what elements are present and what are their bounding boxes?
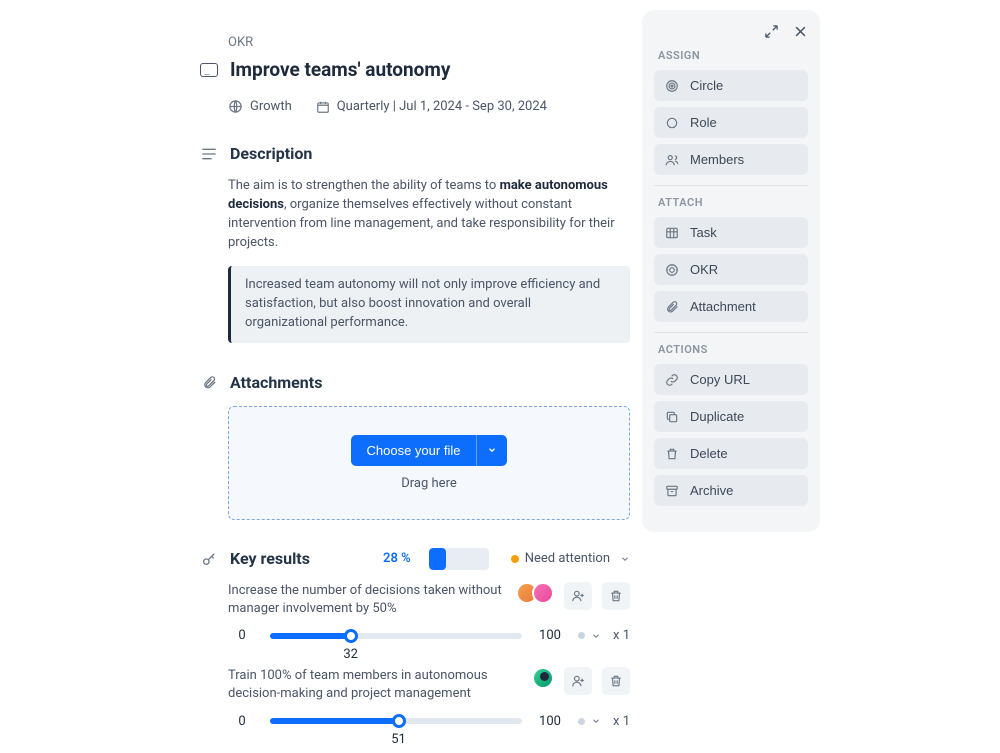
kr-value-label: 32 <box>343 647 358 662</box>
side-item-label: Role <box>690 115 717 130</box>
attachment-dropzone[interactable]: Choose your file Drag here <box>228 406 630 520</box>
description-heading: Description <box>230 144 312 163</box>
clip-icon <box>664 300 680 314</box>
description-text[interactable]: The aim is to strengthen the ability of … <box>228 177 630 252</box>
description-callout[interactable]: Increased team autonomy will not only im… <box>228 266 630 343</box>
kr-slider[interactable]: 32 <box>270 633 522 639</box>
status-dot-icon <box>578 718 585 725</box>
kr-slider[interactable]: 51 <box>270 718 522 724</box>
desc-suffix: , organize themselves effectively withou… <box>228 197 615 250</box>
area-label: Growth <box>250 99 292 114</box>
key-result-item: Train 100% of team members in autonomous… <box>228 667 630 728</box>
avatar[interactable] <box>532 582 554 604</box>
status-dot-icon <box>578 632 585 639</box>
drag-here-label: Drag here <box>239 476 619 491</box>
action-archive[interactable]: Archive <box>654 475 808 506</box>
breadcrumb[interactable]: OKR <box>228 35 630 50</box>
kr-status-mini[interactable]: x 1 <box>578 714 630 729</box>
key-results-heading: Key results <box>230 549 310 568</box>
action-copy-url[interactable]: Copy URL <box>654 364 808 395</box>
kr-item-title[interactable]: Train 100% of team members in autonomous… <box>228 667 522 703</box>
assign-circle[interactable]: Circle <box>654 70 808 101</box>
page-title[interactable]: Improve teams' autonomy <box>230 58 450 81</box>
attach-section-label: ATTACH <box>658 196 804 209</box>
side-item-label: OKR <box>690 262 718 277</box>
side-item-label: Delete <box>690 446 728 461</box>
attach-okr[interactable]: OKR <box>654 254 808 285</box>
attachments-heading: Attachments <box>230 373 322 392</box>
chevron-down-icon <box>591 631 601 641</box>
action-duplicate[interactable]: Duplicate <box>654 401 808 432</box>
link-icon <box>664 373 680 387</box>
key-icon <box>200 551 218 567</box>
delete-kr-button[interactable] <box>602 667 630 695</box>
choose-file-dropdown[interactable] <box>476 435 507 466</box>
circle-icon <box>664 116 680 130</box>
kr-status-label: Need attention <box>525 551 610 566</box>
kr-value-label: 51 <box>391 732 406 747</box>
desc-prefix: The aim is to strengthen the ability of … <box>228 178 500 193</box>
side-item-label: Members <box>690 152 744 167</box>
kr-min: 0 <box>228 714 256 729</box>
kr-avatars[interactable] <box>516 582 554 604</box>
side-item-label: Task <box>690 225 717 240</box>
paperclip-icon <box>200 375 218 390</box>
add-member-button[interactable] <box>564 667 592 695</box>
attach-task[interactable]: Task <box>654 217 808 248</box>
task-icon <box>664 226 680 240</box>
side-item-label: Attachment <box>690 299 756 314</box>
attach-attachment[interactable]: Attachment <box>654 291 808 322</box>
kr-status-mini[interactable]: x 1 <box>578 628 630 643</box>
delete-kr-button[interactable] <box>602 582 630 610</box>
key-result-item: Increase the number of decisions taken w… <box>228 582 630 643</box>
side-item-label: Archive <box>690 483 733 498</box>
kr-progress-bar <box>429 548 489 570</box>
side-item-label: Circle <box>690 78 723 93</box>
chevron-down-icon <box>591 716 601 726</box>
action-delete[interactable]: Delete <box>654 438 808 469</box>
dup-icon <box>664 410 680 424</box>
okr-card-icon <box>200 63 218 77</box>
kr-status-dropdown[interactable]: Need attention <box>511 551 630 566</box>
kr-avatars[interactable] <box>532 667 554 689</box>
add-member-button[interactable] <box>564 582 592 610</box>
chevron-down-icon <box>620 554 630 564</box>
assign-role[interactable]: Role <box>654 107 808 138</box>
kr-progress-fill <box>429 548 446 570</box>
side-item-label: Copy URL <box>690 372 750 387</box>
calendar-icon <box>316 100 330 114</box>
divider <box>654 185 808 186</box>
status-dot-icon <box>511 555 519 563</box>
period-label: Quarterly | Jul 1, 2024 - Sep 30, 2024 <box>337 99 547 114</box>
kr-max: 100 <box>536 714 564 729</box>
kr-max: 100 <box>536 628 564 643</box>
kr-multiplier: x 1 <box>613 628 630 643</box>
kr-percent: 28 % <box>383 551 411 566</box>
archive-icon <box>664 484 680 498</box>
assign-section-label: ASSIGN <box>658 49 804 62</box>
expand-icon[interactable] <box>764 24 779 39</box>
lines-icon <box>200 148 218 160</box>
kr-multiplier: x 1 <box>613 714 630 729</box>
side-item-label: Duplicate <box>690 409 744 424</box>
okr-icon <box>664 263 680 277</box>
area-chip[interactable]: Growth <box>228 99 292 114</box>
trash-icon <box>664 447 680 461</box>
actions-section-label: ACTIONS <box>658 343 804 356</box>
members-icon <box>664 153 680 167</box>
globe-icon <box>228 99 243 114</box>
choose-file-button[interactable]: Choose your file <box>351 435 477 466</box>
close-icon[interactable] <box>793 24 808 39</box>
target-icon <box>664 79 680 93</box>
kr-item-title[interactable]: Increase the number of decisions taken w… <box>228 582 506 618</box>
sidebar-panel: ASSIGN Circle Role Members ATTACH Task OKR A… <box>642 10 820 532</box>
kr-min: 0 <box>228 628 256 643</box>
divider <box>654 332 808 333</box>
assign-members[interactable]: Members <box>654 144 808 175</box>
period-chip[interactable]: Quarterly | Jul 1, 2024 - Sep 30, 2024 <box>316 99 547 114</box>
avatar[interactable] <box>532 667 554 689</box>
